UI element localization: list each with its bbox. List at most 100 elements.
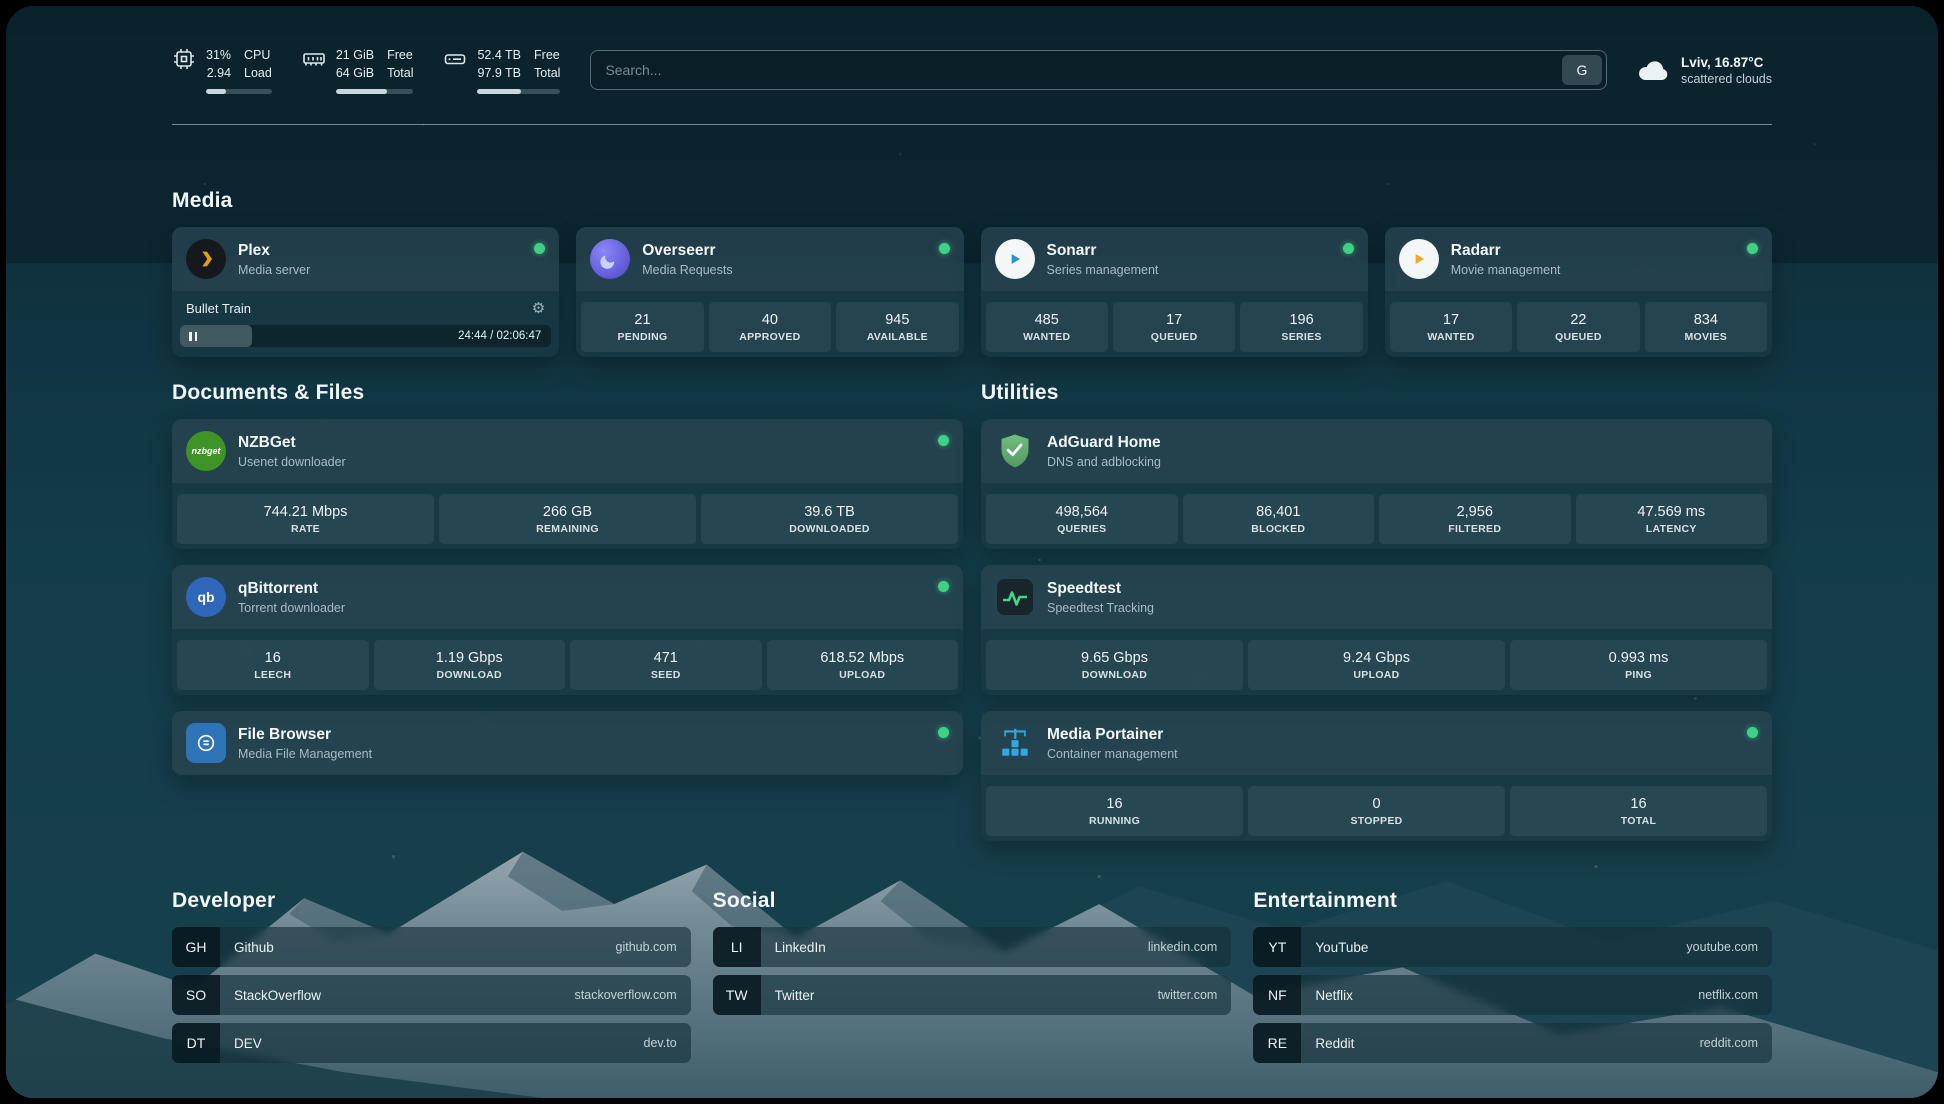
adguard-icon: [995, 431, 1035, 471]
service-card-adguard[interactable]: AdGuard Home DNS and adblocking 498,564 …: [981, 419, 1772, 549]
overseerr-header[interactable]: Overseerr Media Requests: [576, 227, 963, 291]
section-title-developer: Developer: [172, 889, 691, 913]
service-card-overseerr[interactable]: Overseerr Media Requests 21 PENDING 40 A…: [576, 227, 963, 357]
bookmark-youtube[interactable]: YT YouTube youtube.com: [1253, 927, 1772, 967]
bookmark-twitter[interactable]: TW Twitter twitter.com: [713, 975, 1232, 1015]
stat: 1.19 Gbps DOWNLOAD: [374, 640, 566, 690]
service-desc: Movie management: [1451, 263, 1561, 277]
service-card-radarr[interactable]: Radarr Movie management 17 WANTED 22 QUE…: [1385, 227, 1772, 357]
ram-monitor: 21 GiB 64 GiB Free Total: [302, 46, 414, 94]
playback-time: 24:44 / 02:06:47: [458, 330, 541, 342]
speedtest-header[interactable]: Speedtest Speedtest Tracking: [981, 565, 1772, 629]
stat: 16 RUNNING: [986, 786, 1243, 836]
filebrowser-header[interactable]: File Browser Media File Management: [172, 711, 963, 775]
disk-icon: [443, 47, 467, 71]
status-dot: [938, 435, 949, 446]
now-playing-row: Bullet Train ⚙: [172, 291, 559, 319]
filebrowser-meta: File Browser Media File Management: [238, 725, 372, 760]
section-title-media: Media: [172, 189, 1772, 213]
now-playing-title: Bullet Train: [186, 301, 251, 316]
search-engine-button[interactable]: G: [1562, 55, 1602, 85]
stat-value: 196: [1243, 312, 1359, 328]
stat-value: 2,956: [1382, 504, 1568, 520]
nzbget-header[interactable]: nzbget NZBGet Usenet downloader: [172, 419, 963, 483]
adguard-header[interactable]: AdGuard Home DNS and adblocking: [981, 419, 1772, 483]
bookmark-github[interactable]: GH Github github.com: [172, 927, 691, 967]
stat-label: BLOCKED: [1186, 523, 1372, 535]
radarr-header[interactable]: Radarr Movie management: [1385, 227, 1772, 291]
stat: 47.569 ms LATENCY: [1576, 494, 1768, 544]
stat-value: 17: [1393, 312, 1509, 328]
weather-condition: scattered clouds: [1681, 72, 1772, 86]
stat: 9.65 Gbps DOWNLOAD: [986, 640, 1243, 690]
stat-value: 16: [180, 650, 366, 666]
stat-value: 39.6 TB: [704, 504, 955, 520]
cpu-label: CPU: [244, 46, 270, 64]
stat: 17 WANTED: [1390, 302, 1512, 352]
stat: 21 PENDING: [581, 302, 703, 352]
bookmark-netflix[interactable]: NF Netflix netflix.com: [1253, 975, 1772, 1015]
service-card-sonarr[interactable]: Sonarr Series management 485 WANTED 17 Q…: [981, 227, 1368, 357]
portainer-meta: Media Portainer Container management: [1047, 725, 1178, 760]
ram-free-label: Free: [387, 46, 413, 64]
stat-label: APPROVED: [712, 331, 828, 343]
qbittorrent-icon-text: qb: [197, 589, 214, 605]
bookmark-url: dev.to: [644, 1036, 691, 1050]
bookmarks: Developer GH Github github.com SO StackO…: [172, 889, 1772, 1063]
radarr-stats: 17 WANTED 22 QUEUED 834 MOVIES: [1385, 297, 1772, 357]
settings-gear-icon[interactable]: ⚙: [532, 299, 545, 317]
playback-progress-bar[interactable]: 24:44 / 02:06:47: [180, 325, 551, 347]
playback-progress-fill: [180, 325, 252, 347]
portainer-header[interactable]: Media Portainer Container management: [981, 711, 1772, 775]
bookmark-abbr: YT: [1253, 927, 1301, 967]
bookmark-reddit[interactable]: RE Reddit reddit.com: [1253, 1023, 1772, 1063]
stat-value: 834: [1648, 312, 1764, 328]
qbittorrent-icon: qb: [186, 577, 226, 617]
stat: 0 STOPPED: [1248, 786, 1505, 836]
service-card-plex[interactable]: Plex Media server Bullet Train ⚙ 24:44 /…: [172, 227, 559, 357]
qbittorrent-header[interactable]: qb qBittorrent Torrent downloader: [172, 565, 963, 629]
stat: 0.993 ms PING: [1510, 640, 1767, 690]
stat-label: DOWNLOAD: [989, 669, 1240, 681]
weather-widget: Lviv, 16.87°C scattered clouds: [1637, 55, 1772, 86]
service-card-portainer[interactable]: Media Portainer Container management 16 …: [981, 711, 1772, 841]
service-card-qbittorrent[interactable]: qb qBittorrent Torrent downloader 16: [172, 565, 963, 695]
search-input[interactable]: [605, 62, 1562, 78]
service-name: Radarr: [1451, 241, 1561, 260]
stat-label: SERIES: [1243, 331, 1359, 343]
stat-label: UPLOAD: [1251, 669, 1502, 681]
stat-label: RUNNING: [989, 815, 1240, 827]
service-desc: Usenet downloader: [238, 455, 346, 469]
service-desc: Media Requests: [642, 263, 732, 277]
service-name: Media Portainer: [1047, 725, 1178, 744]
weather-location: Lviv, 16.87°C: [1681, 55, 1772, 70]
bookmark-stackoverflow[interactable]: SO StackOverflow stackoverflow.com: [172, 975, 691, 1015]
service-card-filebrowser[interactable]: File Browser Media File Management: [172, 711, 963, 775]
weather-text: Lviv, 16.87°C scattered clouds: [1681, 55, 1772, 86]
stat-value: 744.21 Mbps: [180, 504, 431, 520]
stat-label: FILTERED: [1382, 523, 1568, 535]
bookmark-name: LinkedIn: [761, 940, 826, 955]
disk-monitor: 52.4 TB 97.9 TB Free Total: [443, 46, 560, 94]
utilities-column: Utilities: [981, 381, 1772, 841]
plex-header[interactable]: Plex Media server: [172, 227, 559, 291]
sonarr-header[interactable]: Sonarr Series management: [981, 227, 1368, 291]
stat-value: 1.19 Gbps: [377, 650, 563, 666]
service-desc: Speedtest Tracking: [1047, 601, 1154, 615]
search-bar[interactable]: G: [590, 50, 1607, 90]
bookmark-linkedin[interactable]: LI LinkedIn linkedin.com: [713, 927, 1232, 967]
service-name: AdGuard Home: [1047, 433, 1161, 452]
section-title-entertainment: Entertainment: [1253, 889, 1772, 913]
pause-icon[interactable]: [180, 332, 197, 341]
service-card-speedtest[interactable]: Speedtest Speedtest Tracking 9.65 Gbps D…: [981, 565, 1772, 695]
stat-label: LEECH: [180, 669, 366, 681]
stat-value: 618.52 Mbps: [770, 650, 956, 666]
service-desc: Container management: [1047, 747, 1178, 761]
bookmark-url: github.com: [616, 940, 691, 954]
service-card-nzbget[interactable]: nzbget NZBGet Usenet downloader 744.21 M…: [172, 419, 963, 549]
cpu-percent: 31%: [206, 46, 231, 64]
bookmark-dev[interactable]: DT DEV dev.to: [172, 1023, 691, 1063]
stat-value: 40: [712, 312, 828, 328]
dashboard-content: 31% 2.94 CPU Load 21 GiB: [6, 6, 1938, 1098]
stat-label: DOWNLOADED: [704, 523, 955, 535]
